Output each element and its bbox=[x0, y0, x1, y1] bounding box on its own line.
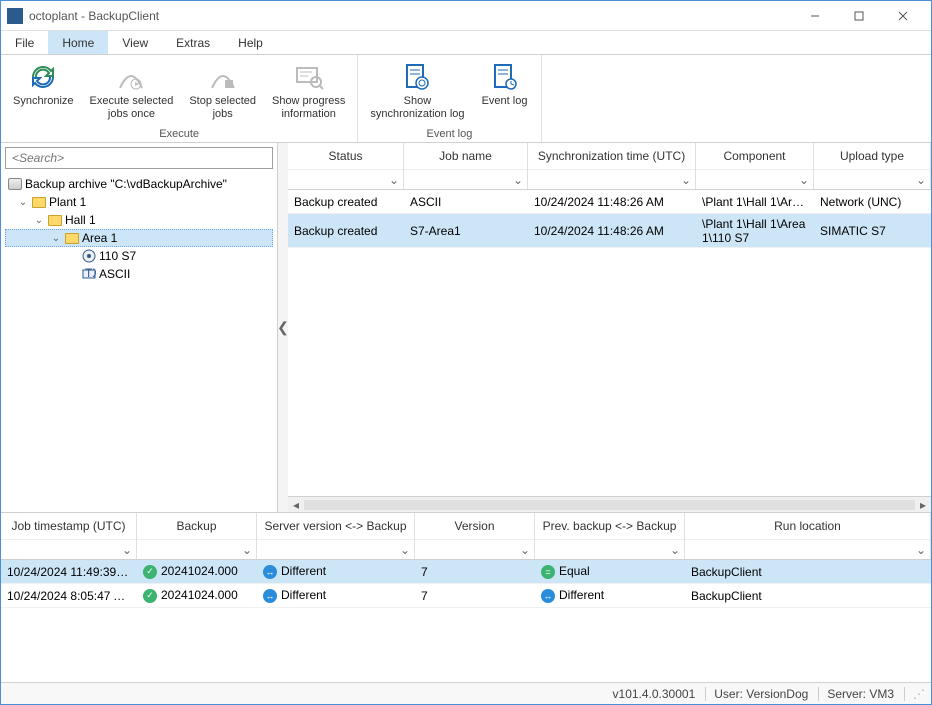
sync-icon bbox=[27, 61, 59, 93]
ribbon: Synchronize Execute selected jobs once S… bbox=[1, 55, 931, 143]
tree-plant1[interactable]: ⌄ Plant 1 bbox=[5, 193, 273, 211]
pane-splitter[interactable]: ❮ bbox=[278, 143, 288, 512]
col-synctime[interactable]: Synchronization time (UTC)⌄ bbox=[528, 143, 696, 189]
search-input[interactable] bbox=[6, 148, 272, 168]
equal-icon: = bbox=[541, 565, 555, 579]
execute-selected-button[interactable]: Execute selected jobs once bbox=[82, 57, 182, 128]
archive-icon bbox=[7, 177, 23, 191]
play-once-icon bbox=[115, 61, 147, 93]
filter-dropdown[interactable]: ⌄ bbox=[257, 539, 414, 559]
status-user: User: VersionDog bbox=[705, 687, 808, 701]
menu-home[interactable]: Home bbox=[48, 31, 108, 54]
synchronize-button[interactable]: Synchronize bbox=[5, 57, 82, 128]
diff-icon: ↔ bbox=[263, 589, 277, 603]
col-runlocation[interactable]: Run location⌄ bbox=[685, 513, 931, 559]
expand-icon[interactable]: ⌄ bbox=[33, 215, 45, 226]
filter-dropdown[interactable]: ⌄ bbox=[415, 539, 534, 559]
jobs-grid-body[interactable]: Backup created ASCII 10/24/2024 11:48:26… bbox=[288, 190, 931, 496]
filter-dropdown[interactable]: ⌄ bbox=[137, 539, 256, 559]
history-grid: Job timestamp (UTC)⌄ Backup⌄ Server vers… bbox=[1, 512, 931, 682]
col-prevbackup[interactable]: Prev. backup <-> Backup⌄ bbox=[535, 513, 685, 559]
col-backup[interactable]: Backup⌄ bbox=[137, 513, 257, 559]
filter-dropdown[interactable]: ⌄ bbox=[1, 539, 136, 559]
tree-110s7[interactable]: 110 S7 bbox=[5, 247, 273, 265]
filter-dropdown[interactable]: ⌄ bbox=[528, 169, 695, 189]
table-row[interactable]: Backup created S7-Area1 10/24/2024 11:48… bbox=[288, 214, 931, 248]
menu-file[interactable]: File bbox=[1, 31, 48, 54]
ribbon-group-eventlog: Show synchronization log Event log Event… bbox=[358, 55, 541, 142]
expand-icon[interactable]: ⌄ bbox=[17, 197, 29, 208]
status-version: v101.4.0.30001 bbox=[613, 687, 696, 701]
event-log-button[interactable]: Event log bbox=[473, 57, 537, 128]
scroll-track[interactable] bbox=[304, 500, 915, 510]
minimize-button[interactable] bbox=[793, 2, 837, 30]
main-content: Backup archive "C:\vdBackupArchive" ⌄ Pl… bbox=[1, 143, 931, 512]
scroll-right-icon[interactable]: ▸ bbox=[915, 498, 931, 512]
status-icon: ✓ bbox=[143, 589, 157, 603]
filter-dropdown[interactable]: ⌄ bbox=[685, 539, 930, 559]
tree-hall1[interactable]: ⌄ Hall 1 bbox=[5, 211, 273, 229]
show-sync-log-button[interactable]: Show synchronization log bbox=[362, 57, 472, 128]
filter-dropdown[interactable]: ⌄ bbox=[288, 169, 403, 189]
search-box bbox=[5, 147, 273, 169]
jobs-grid: Status⌄ Job name⌄ Synchronization time (… bbox=[288, 143, 931, 512]
status-icon: ✓ bbox=[143, 565, 157, 579]
filter-dropdown[interactable]: ⌄ bbox=[535, 539, 684, 559]
component-icon bbox=[81, 249, 97, 263]
expand-icon[interactable]: ⌄ bbox=[50, 233, 62, 244]
folder-icon bbox=[31, 195, 47, 209]
table-row[interactable]: Backup created ASCII 10/24/2024 11:48:26… bbox=[288, 190, 931, 214]
filter-dropdown[interactable]: ⌄ bbox=[814, 169, 930, 189]
tree-root[interactable]: Backup archive "C:\vdBackupArchive" bbox=[5, 175, 273, 193]
app-icon bbox=[7, 8, 23, 24]
resize-grip-icon[interactable]: ⋰ bbox=[904, 687, 925, 701]
history-grid-body[interactable]: 10/24/2024 11:49:39 AM ✓20241024.000 ↔Di… bbox=[1, 560, 931, 682]
component-icon: TXT bbox=[81, 267, 97, 281]
col-timestamp[interactable]: Job timestamp (UTC)⌄ bbox=[1, 513, 137, 559]
col-component[interactable]: Component⌄ bbox=[696, 143, 814, 189]
status-bar: v101.4.0.30001 User: VersionDog Server: … bbox=[1, 682, 931, 704]
status-server: Server: VM3 bbox=[818, 687, 894, 701]
col-jobname[interactable]: Job name⌄ bbox=[404, 143, 528, 189]
svg-text:TXT: TXT bbox=[85, 267, 96, 280]
stop-selected-button[interactable]: Stop selected jobs bbox=[181, 57, 264, 128]
maximize-button[interactable] bbox=[837, 2, 881, 30]
scroll-left-icon[interactable]: ◂ bbox=[288, 498, 304, 512]
window-title: octoplant - BackupClient bbox=[29, 9, 793, 23]
title-bar: octoplant - BackupClient bbox=[1, 1, 931, 31]
horizontal-scrollbar[interactable]: ◂ ▸ bbox=[288, 496, 931, 512]
main-grid-pane: Status⌄ Job name⌄ Synchronization time (… bbox=[288, 143, 931, 512]
menu-help[interactable]: Help bbox=[224, 31, 277, 54]
menu-bar: File Home View Extras Help bbox=[1, 31, 931, 55]
tree-ascii[interactable]: TXT ASCII bbox=[5, 265, 273, 283]
jobs-grid-header: Status⌄ Job name⌄ Synchronization time (… bbox=[288, 143, 931, 190]
filter-dropdown[interactable]: ⌄ bbox=[696, 169, 813, 189]
col-uploadtype[interactable]: Upload type⌄ bbox=[814, 143, 931, 189]
ribbon-execute-label: Execute bbox=[5, 128, 353, 142]
tree-pane: Backup archive "C:\vdBackupArchive" ⌄ Pl… bbox=[1, 143, 278, 512]
close-button[interactable] bbox=[881, 2, 925, 30]
filter-dropdown[interactable]: ⌄ bbox=[404, 169, 527, 189]
menu-view[interactable]: View bbox=[108, 31, 162, 54]
event-log-icon bbox=[489, 61, 521, 93]
col-status[interactable]: Status⌄ bbox=[288, 143, 404, 189]
folder-icon bbox=[47, 213, 63, 227]
ribbon-eventlog-label: Event log bbox=[362, 128, 536, 142]
history-grid-header: Job timestamp (UTC)⌄ Backup⌄ Server vers… bbox=[1, 513, 931, 560]
col-version[interactable]: Version⌄ bbox=[415, 513, 535, 559]
sync-log-icon bbox=[401, 61, 433, 93]
table-row[interactable]: 10/24/2024 8:05:47 AM ✓20241024.000 ↔Dif… bbox=[1, 584, 931, 608]
ribbon-group-execute: Synchronize Execute selected jobs once S… bbox=[1, 55, 358, 142]
table-row[interactable]: 10/24/2024 11:49:39 AM ✓20241024.000 ↔Di… bbox=[1, 560, 931, 584]
menu-extras[interactable]: Extras bbox=[162, 31, 224, 54]
diff-icon: ↔ bbox=[263, 565, 277, 579]
folder-icon bbox=[64, 231, 80, 245]
show-progress-button[interactable]: Show progress information bbox=[264, 57, 353, 128]
diff-icon: ↔ bbox=[541, 589, 555, 603]
tree-area1[interactable]: ⌄ Area 1 bbox=[5, 229, 273, 247]
progress-icon bbox=[293, 61, 325, 93]
stop-icon bbox=[207, 61, 239, 93]
tree-view[interactable]: Backup archive "C:\vdBackupArchive" ⌄ Pl… bbox=[1, 173, 277, 512]
col-serverversion[interactable]: Server version <-> Backup⌄ bbox=[257, 513, 415, 559]
